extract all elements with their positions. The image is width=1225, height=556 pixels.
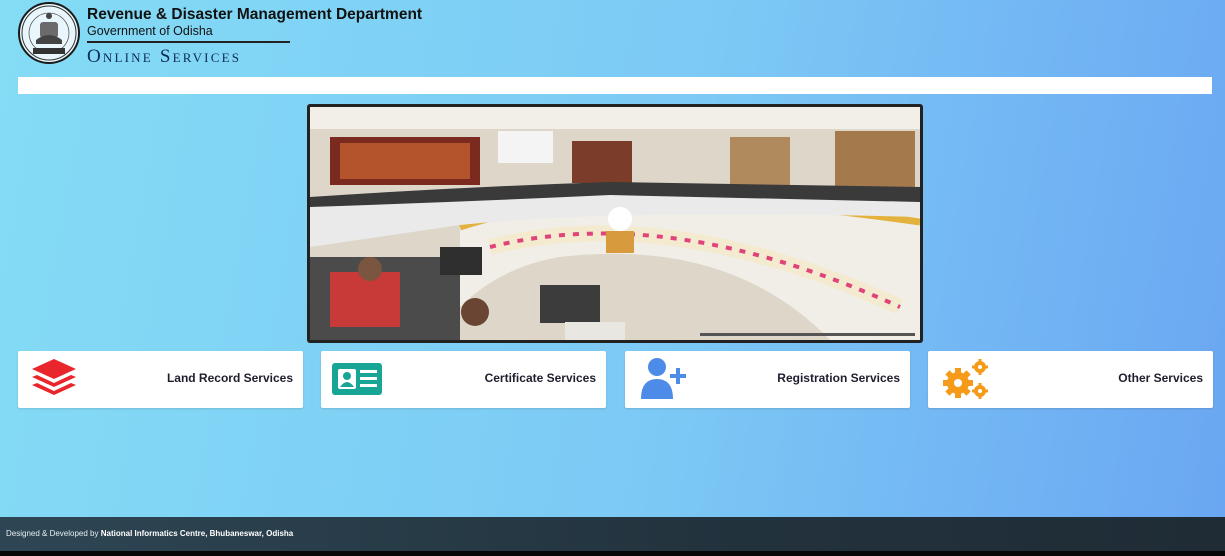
certificate-services-card[interactable]: Certificate Services bbox=[321, 351, 606, 408]
card-label: Certificate Services bbox=[484, 371, 596, 385]
other-services-card[interactable]: Other Services bbox=[928, 351, 1213, 408]
site-footer: Designed & Developed by National Informa… bbox=[0, 517, 1225, 551]
header-divider bbox=[87, 41, 290, 43]
id-card-icon bbox=[332, 363, 382, 395]
land-record-services-card[interactable]: Land Record Services bbox=[18, 351, 303, 408]
gears-icon bbox=[943, 359, 988, 399]
services-row: Land Record Services Certificate Service… bbox=[0, 351, 1225, 408]
state-emblem-logo bbox=[18, 2, 80, 64]
slide-photo bbox=[310, 107, 920, 340]
footer-prefix: Designed & Developed by bbox=[6, 529, 101, 538]
government-subtitle: Government of Odisha bbox=[87, 24, 213, 38]
site-header: Revenue & Disaster Management Department… bbox=[0, 0, 1225, 76]
image-slider[interactable] bbox=[307, 104, 923, 343]
card-label: Registration Services bbox=[777, 371, 900, 385]
slider-progress-bar bbox=[700, 333, 915, 336]
footer-org-link[interactable]: National Informatics Centre, Bhubaneswar… bbox=[101, 529, 294, 538]
user-plus-icon bbox=[641, 358, 686, 399]
bottom-edge bbox=[0, 551, 1225, 556]
layers-icon bbox=[32, 359, 76, 395]
card-label: Other Services bbox=[1118, 371, 1203, 385]
card-label: Land Record Services bbox=[166, 371, 293, 385]
department-title: Revenue & Disaster Management Department bbox=[87, 6, 423, 23]
portal-title: Online Services bbox=[87, 46, 242, 67]
registration-services-card[interactable]: Registration Services bbox=[625, 351, 910, 408]
notice-bar bbox=[18, 77, 1212, 94]
